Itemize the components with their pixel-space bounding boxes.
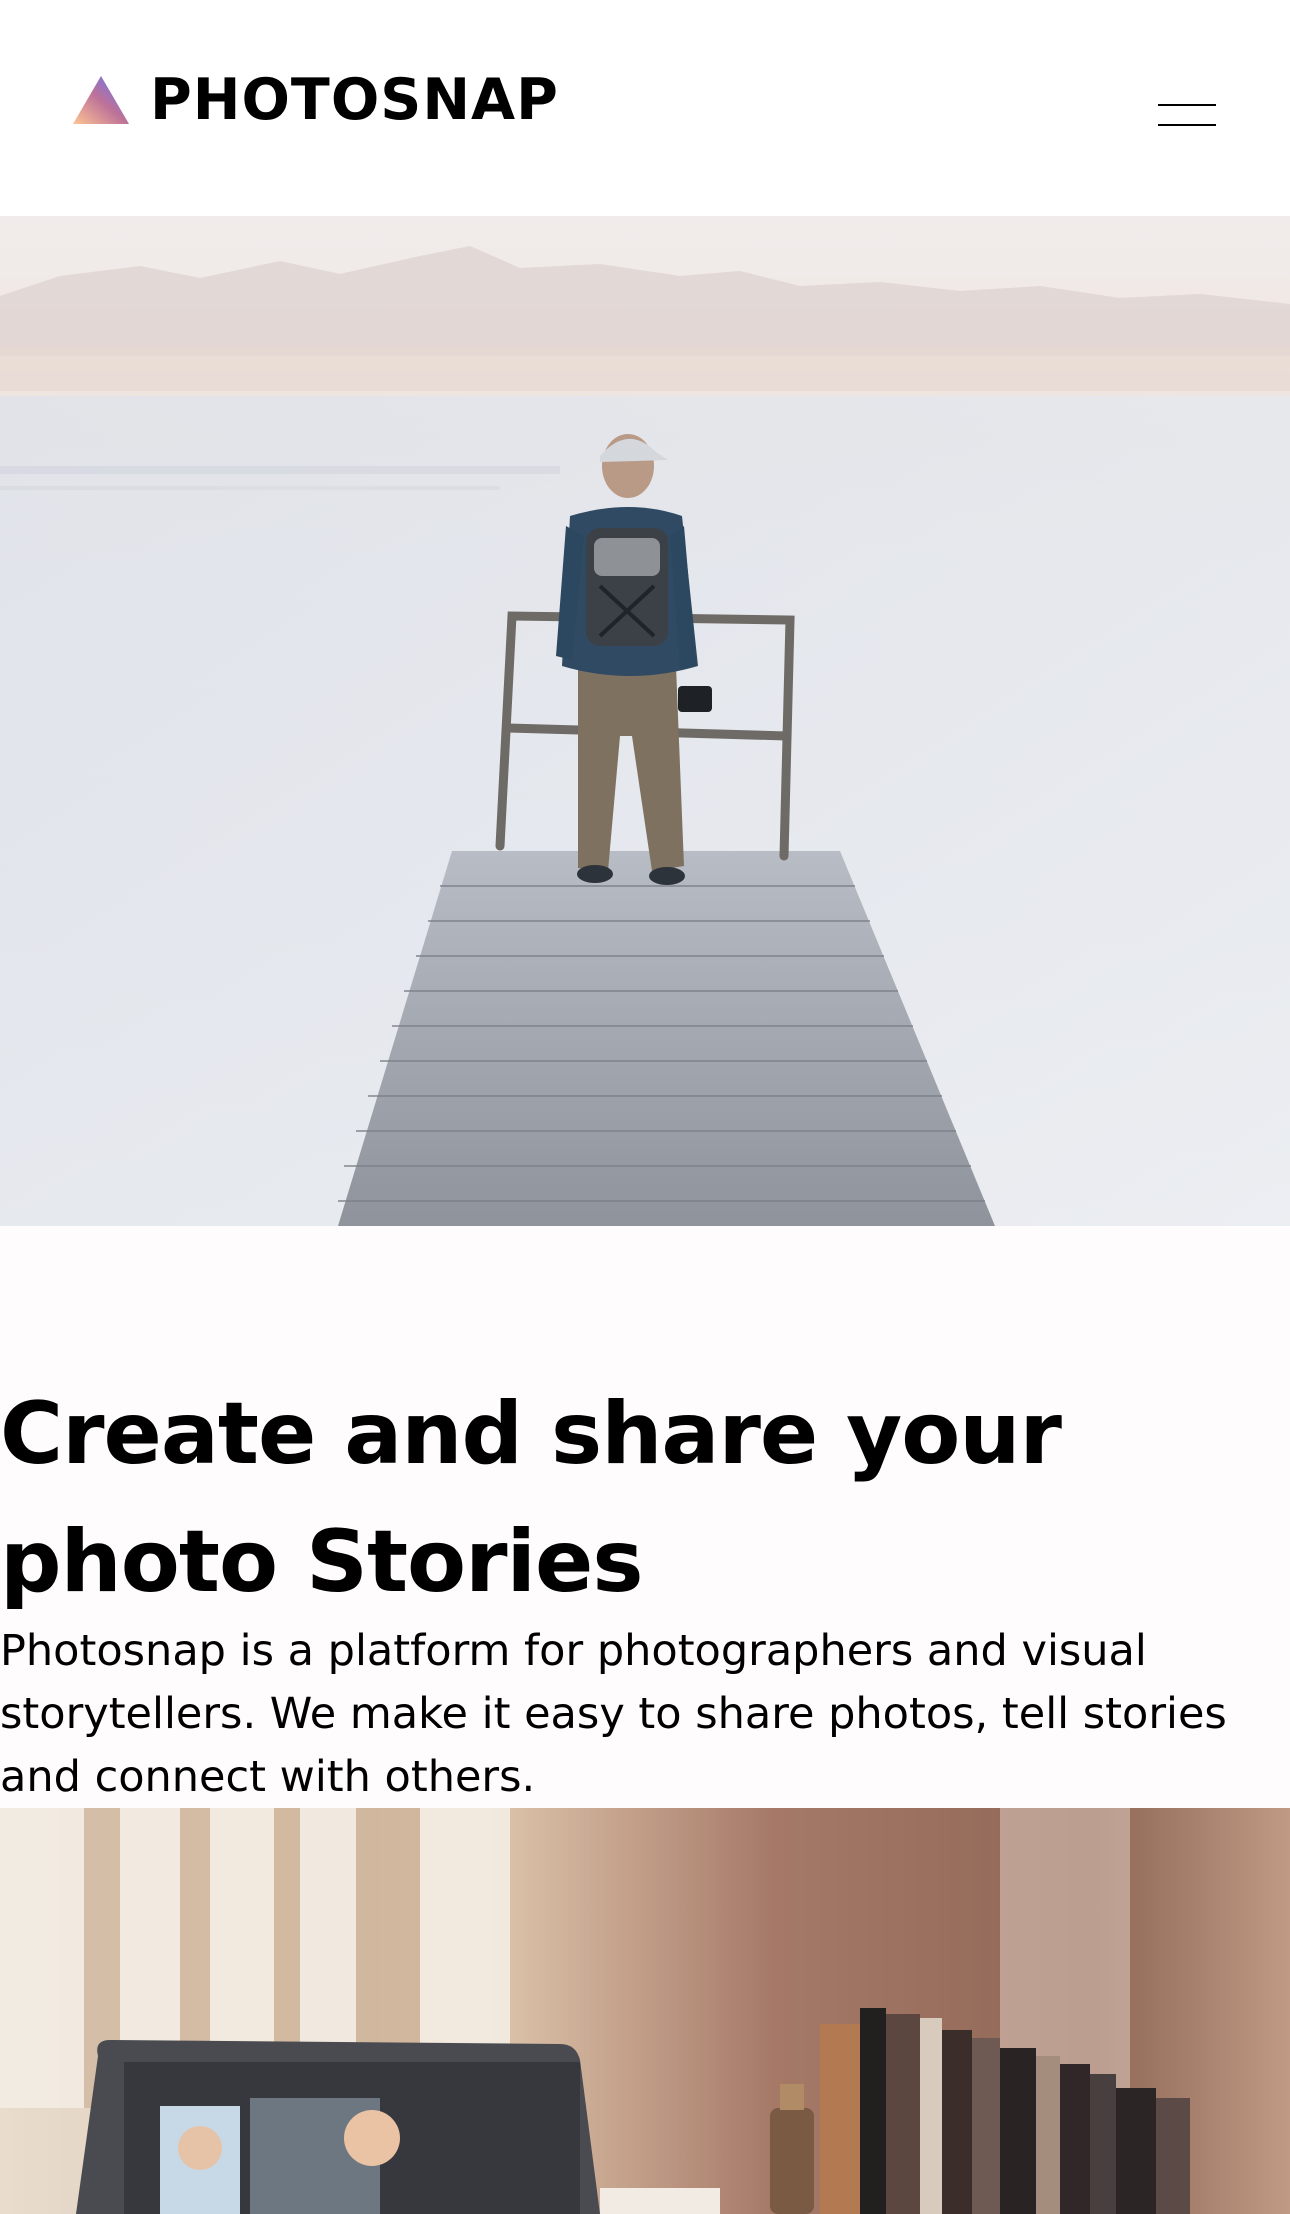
logo-link[interactable]: PHOTOSNAP xyxy=(72,70,559,130)
page: PHOTOSNAP Create and share your photo St… xyxy=(0,0,1290,2214)
triangle-gradient-icon xyxy=(73,76,129,124)
intro-description: Photosnap is a platform for photographer… xyxy=(0,1626,1227,1802)
logo-text: PHOTOSNAP xyxy=(150,67,559,133)
desk-laptop-photo xyxy=(0,1808,1290,2214)
menu-line-top xyxy=(1158,104,1216,106)
menu-line-bottom xyxy=(1158,124,1216,126)
intro-section: Create and share your photo Stories Phot… xyxy=(0,1370,1290,1809)
intro-title: Create and share your photo Stories xyxy=(0,1384,1062,1612)
hero-photo xyxy=(0,216,1290,1226)
hamburger-menu-icon[interactable] xyxy=(1154,98,1220,132)
site-header: PHOTOSNAP xyxy=(0,0,1290,216)
